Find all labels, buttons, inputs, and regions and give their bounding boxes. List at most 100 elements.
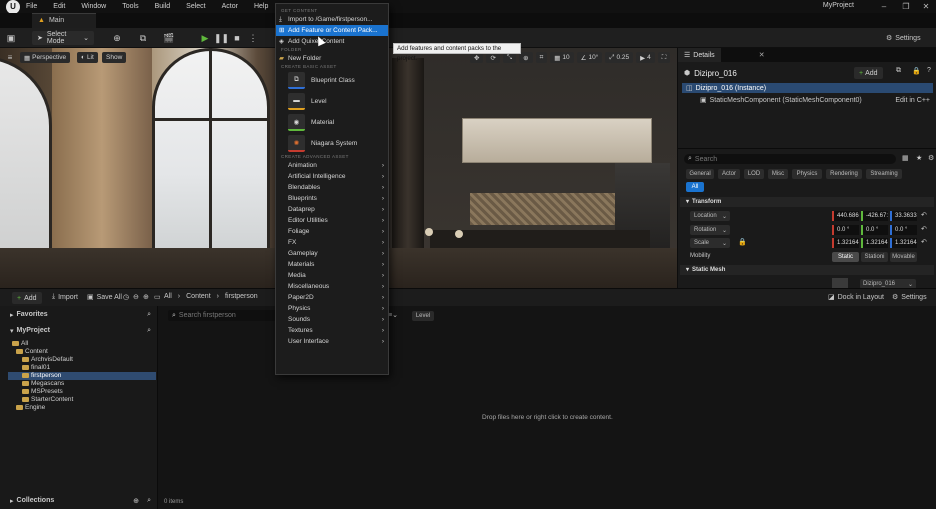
world-icon[interactable]: ⊕ — [519, 52, 533, 63]
tree-item-all[interactable]: All — [8, 340, 156, 348]
filter-misc[interactable]: Misc — [768, 169, 788, 179]
location-dropdown[interactable]: Location ⌄ — [690, 211, 730, 221]
component-row[interactable]: ▣ StaticMeshComponent (StaticMeshCompone… — [682, 95, 933, 105]
menu-item-materials[interactable]: Materials › — [276, 259, 388, 270]
blueprint-icon[interactable]: ⧉ — [136, 31, 150, 45]
camera-speed-button[interactable]: ▶ 4 — [636, 52, 655, 63]
menu-edit[interactable]: Edit — [53, 3, 65, 10]
select-mode-dropdown[interactable]: ➤ Select Mode ⌄ — [32, 31, 94, 45]
tree-item-final01[interactable]: final01 — [8, 364, 156, 372]
add-component-button[interactable]: + Add — [854, 67, 883, 79]
menu-window[interactable]: Window — [81, 3, 106, 10]
blueprint-convert-icon[interactable]: ⧉ — [896, 67, 901, 75]
favorite-star-icon[interactable]: ★ — [916, 154, 922, 162]
menu-item-textures[interactable]: Textures › — [276, 325, 388, 336]
scale-x-input[interactable]: 1.32164 — [832, 238, 859, 248]
tree-item-startercontent[interactable]: StarterContent — [8, 396, 156, 404]
location-y-input[interactable]: -426.67: — [861, 211, 888, 221]
favorites-header[interactable]: ▸ Favorites ⌕ — [0, 309, 157, 320]
search-icon[interactable]: ⌕ — [147, 497, 151, 505]
cb-add-button[interactable]: + Add — [12, 292, 42, 304]
collections-header[interactable]: ▸ Collections ⊕ ⌕ — [0, 495, 157, 506]
transform-section[interactable]: ▾ Transform — [680, 197, 934, 207]
search-icon[interactable]: ⌕ — [147, 327, 151, 335]
reset-location-icon[interactable]: ↶ — [921, 211, 927, 219]
perspective-button[interactable]: ▦ Perspective — [20, 52, 71, 63]
filter-streaming[interactable]: Streaming — [866, 169, 902, 179]
minimize-icon[interactable]: – — [874, 0, 894, 13]
close-icon[interactable]: ✕ — [916, 0, 936, 13]
menu-item-paper2d[interactable]: Paper2D › — [276, 292, 388, 303]
menu-item-physics[interactable]: Physics › — [276, 303, 388, 314]
scale-y-input[interactable]: 1.32164 — [861, 238, 888, 248]
level-filter-chip[interactable]: Level — [412, 311, 434, 321]
static-mesh-section[interactable]: ▾ Static Mesh — [680, 265, 934, 275]
location-x-input[interactable]: 440.686 — [832, 211, 859, 221]
show-button[interactable]: Show — [102, 52, 127, 63]
folder-icon[interactable]: ▭ — [154, 293, 161, 301]
pause-icon[interactable]: ❚❚ — [214, 31, 229, 45]
menu-item-miscellaneous[interactable]: Miscellaneous › — [276, 281, 388, 292]
filter-physics[interactable]: Physics — [792, 169, 822, 179]
scale-dropdown[interactable]: Scale ⌄ — [690, 238, 730, 248]
menu-item-blendables[interactable]: Blendables › — [276, 182, 388, 193]
filter-rendering[interactable]: Rendering — [826, 169, 862, 179]
menu-item-ai[interactable]: Artificial Intelligence › — [276, 171, 388, 182]
close-tab-icon[interactable]: ✕ — [759, 51, 765, 59]
mobility-movable[interactable]: Movable — [890, 252, 917, 262]
grid-view-icon[interactable]: ▦ — [902, 154, 909, 162]
menu-item-add-quixel[interactable]: ◈ Add Quixel Content — [276, 36, 388, 47]
menu-item-animation[interactable]: Animation › — [276, 160, 388, 171]
filter-lod[interactable]: LOD — [744, 169, 764, 179]
tab-main[interactable]: ▲ Main — [32, 13, 96, 28]
back-icon[interactable]: ⊖ — [133, 293, 139, 301]
tree-item-megascans[interactable]: Megascans — [8, 380, 156, 388]
menu-item-sounds[interactable]: Sounds › — [276, 314, 388, 325]
lock-scale-icon[interactable]: 🔒 — [738, 238, 747, 246]
menu-file[interactable]: File — [26, 3, 37, 10]
menu-item-media[interactable]: Media › — [276, 270, 388, 281]
breadcrumb-all[interactable]: All — [164, 293, 172, 300]
menu-item-niagara[interactable]: ✺ Niagara System — [276, 133, 388, 154]
settings-gear-icon[interactable]: ⚙ — [928, 154, 934, 162]
tree-item-content[interactable]: Content — [8, 348, 156, 356]
forward-icon[interactable]: ⊕ — [143, 293, 149, 301]
menu-item-gameplay[interactable]: Gameplay › — [276, 248, 388, 259]
save-all-button[interactable]: ▣ Save All — [87, 293, 122, 302]
menu-item-blueprint-class[interactable]: ⧉ Blueprint Class — [276, 70, 388, 91]
menu-select[interactable]: Select — [186, 3, 205, 10]
cinematics-icon[interactable]: 🎬 — [162, 31, 176, 45]
mobility-stationary[interactable]: Stationi — [861, 252, 888, 262]
menu-item-dataprep[interactable]: Dataprep › — [276, 204, 388, 215]
menu-item-fx[interactable]: FX › — [276, 237, 388, 248]
project-header[interactable]: ▾ MyProject ⌕ — [0, 325, 157, 336]
menu-actor[interactable]: Actor — [222, 3, 238, 10]
play-icon[interactable]: ▶ — [198, 31, 212, 45]
rotation-z-input[interactable]: 0.0 ° — [890, 225, 917, 235]
import-button[interactable]: ⤓ Import — [52, 293, 78, 301]
stop-icon[interactable]: ■ — [230, 31, 244, 45]
menu-item-level[interactable]: ▬ Level — [276, 91, 388, 112]
breadcrumb-firstperson[interactable]: firstperson — [225, 293, 258, 300]
rotation-snap-button[interactable]: ∠ 10° — [576, 52, 603, 63]
menu-item-import[interactable]: ⤓ Import to /Game/firstperson... — [276, 14, 388, 25]
help-icon[interactable]: ? — [927, 67, 931, 74]
breadcrumb-content[interactable]: Content — [186, 293, 211, 300]
tree-item-engine[interactable]: Engine — [8, 404, 156, 412]
menu-item-add-feature[interactable]: ⊞ Add Feature or Content Pack... — [276, 25, 388, 36]
tree-item-archvisdefault[interactable]: ArchvisDefault — [8, 356, 156, 364]
filter-all[interactable]: All — [686, 182, 704, 192]
menu-help[interactable]: Help — [254, 3, 268, 10]
rotation-dropdown[interactable]: Rotation ⌄ — [690, 225, 730, 235]
menu-tools[interactable]: Tools — [122, 3, 138, 10]
grid-snap-button[interactable]: ▦ 10 — [550, 52, 574, 63]
unreal-logo-icon[interactable]: U — [6, 0, 20, 14]
mobility-static[interactable]: Static — [832, 252, 859, 262]
search-icon[interactable]: ⌕ — [147, 311, 151, 319]
menu-item-foliage[interactable]: Foliage › — [276, 226, 388, 237]
maximize-icon[interactable]: ❐ — [896, 0, 916, 13]
menu-item-new-folder[interactable]: ▰ New Folder — [276, 53, 388, 64]
viewport-menu-icon[interactable]: ≡ — [3, 51, 17, 65]
instance-row[interactable]: ◫ Dizipro_016 (Instance) — [682, 83, 933, 93]
lock-icon[interactable]: 🔒 — [912, 67, 921, 75]
